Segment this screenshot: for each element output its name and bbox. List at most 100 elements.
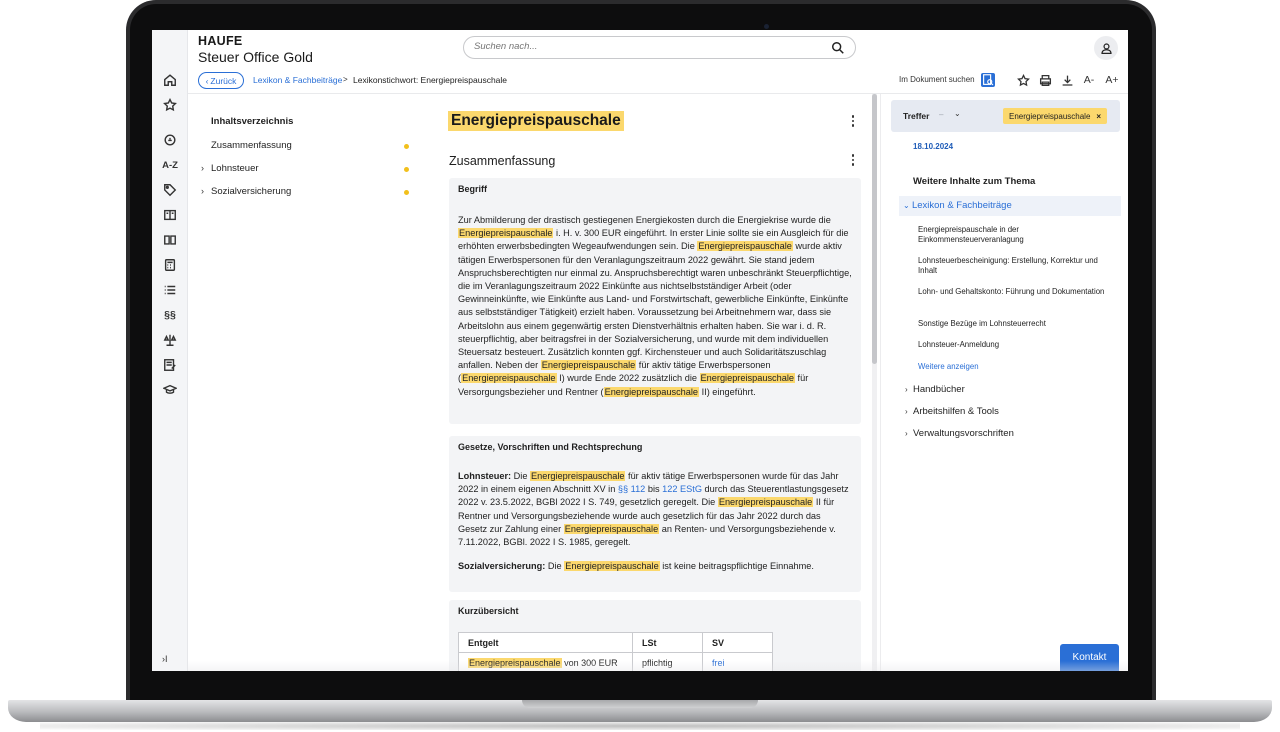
column-header: LSt <box>632 632 703 653</box>
law-link-112[interactable]: §§ 112 <box>618 484 645 494</box>
book-icon[interactable] <box>160 205 180 225</box>
hit-marker-dot <box>404 190 409 195</box>
hit-filter-tag[interactable]: Energiepreispauschale × <box>1003 108 1108 124</box>
tax-calculator-icon[interactable] <box>160 130 180 150</box>
hit-marker-dot <box>404 167 409 172</box>
chevron-down-icon: ⌄ <box>903 201 912 210</box>
related-group-lexikon[interactable]: ⌄ Lexikon & Fachbeiträge <box>899 196 1121 216</box>
table-cell: frei <box>702 652 773 671</box>
icon-rail: A-Z §§ ›I <box>152 30 188 671</box>
related-link[interactable]: Lohnsteuerbescheinigung: Erstellung, Kor… <box>918 256 1108 275</box>
document-more-icon[interactable] <box>848 114 858 128</box>
user-icon <box>1100 42 1112 54</box>
product-name: Steuer Office Gold <box>198 49 313 65</box>
app-screen: A-Z §§ ›I HAUFE Steuer Office Gold Suche… <box>152 30 1128 671</box>
close-icon[interactable]: × <box>1096 112 1101 121</box>
related-group-handbuecher[interactable]: › Handbücher <box>905 384 965 395</box>
document-scrollbar[interactable] <box>872 94 877 671</box>
breadcrumb-current: Lexikonstichwort: Energiepreispauschale <box>353 75 508 85</box>
search-hit: Energiepreispauschale <box>461 373 557 384</box>
chevron-right-icon: › <box>905 429 908 438</box>
toc-item-sozialversicherung[interactable]: › Sozialversicherung <box>201 186 411 200</box>
related-link[interactable]: Lohn- und Gehaltskonto: Führung und Doku… <box>918 287 1108 297</box>
font-smaller-button[interactable]: A- <box>1082 73 1096 87</box>
column-header: Entgelt <box>458 632 633 653</box>
card-title: Gesetze, Vorschriften und Rechtsprechung <box>458 442 643 452</box>
contact-button[interactable]: Kontakt <box>1060 644 1119 671</box>
search-input[interactable] <box>474 41 814 52</box>
chevron-right-icon: › <box>905 407 908 416</box>
laptop-notch <box>522 700 758 708</box>
open-book-icon[interactable] <box>160 230 180 250</box>
calculator-icon[interactable] <box>160 255 180 275</box>
search-in-document-label[interactable]: Im Dokument suchen <box>899 75 975 84</box>
begriff-text: Zur Abmilderung der drastisch gestiegene… <box>458 215 852 397</box>
related-group-arbeitshilfen[interactable]: › Arbeitshilfen & Tools <box>905 406 999 417</box>
search-hit: Energiepreispauschale <box>699 373 795 384</box>
search-hit: Energiepreispauschale <box>603 386 700 397</box>
table-cell: Energiepreispauschale von 300 EUR <box>458 652 633 671</box>
chevron-right-icon[interactable]: › <box>201 163 211 173</box>
hits-bar: Treffer – ⌄ Energiepreispauschale × <box>891 100 1120 132</box>
related-link[interactable]: Energiepreispauschale in der Einkommenst… <box>918 225 1108 244</box>
back-button[interactable]: ‹ Zurück <box>198 72 244 89</box>
expand-rail-icon[interactable]: ›I <box>162 654 168 664</box>
card-title: Kurzübersicht <box>458 606 519 616</box>
search-box[interactable] <box>463 36 856 59</box>
search-hit: Energiepreispauschale <box>468 657 562 668</box>
form-icon[interactable] <box>160 355 180 375</box>
toc-item-zusammenfassung[interactable]: Zusammenfassung <box>201 140 411 154</box>
download-icon[interactable] <box>1060 73 1074 87</box>
a-z-index-icon[interactable]: A-Z <box>160 155 180 175</box>
column-header: SV <box>702 632 773 653</box>
font-larger-button[interactable]: A+ <box>1105 73 1119 87</box>
card-title: Begriff <box>458 184 487 194</box>
related-content-title: Weitere Inhalte zum Thema <box>913 176 1036 187</box>
hit-marker-dot <box>404 144 409 149</box>
related-group-verwaltungsvorschriften[interactable]: › Verwaltungsvorschriften <box>905 428 1014 439</box>
search-hit: Energiepreispauschale <box>563 523 660 534</box>
show-more-link[interactable]: Weitere anzeigen <box>918 362 979 371</box>
sozialversicherung-paragraph: Sozialversicherung: Die Energiepreispaus… <box>458 561 814 571</box>
hit-tag-label: Energiepreispauschale <box>1009 111 1091 121</box>
right-panel: Treffer – ⌄ Energiepreispauschale × 18.1… <box>880 94 1128 671</box>
graduation-cap-icon[interactable] <box>160 380 180 400</box>
laptop-shadow <box>40 722 1240 730</box>
breadcrumb-lexikon[interactable]: Lexikon & Fachbeiträge <box>253 75 342 85</box>
chevron-left-icon: ‹ <box>205 75 209 86</box>
star-icon[interactable] <box>160 95 180 115</box>
home-icon[interactable] <box>160 70 180 90</box>
camera <box>764 24 769 29</box>
search-hit: Energiepreispauschale <box>717 497 814 508</box>
search-in-document-button[interactable] <box>981 73 995 87</box>
search-icon[interactable] <box>831 41 845 55</box>
gesetze-card: Gesetze, Vorschriften und Rechtsprechung… <box>449 436 861 592</box>
sv-link[interactable]: frei <box>712 658 725 668</box>
table-cell: pflichtig <box>632 652 703 671</box>
print-icon[interactable] <box>1038 73 1052 87</box>
document-search-icon <box>983 74 994 86</box>
begriff-card: Begriff Zur Abmilderung der drastisch ge… <box>449 178 861 424</box>
toc-item-lohnsteuer[interactable]: › Lohnsteuer <box>201 163 411 177</box>
chevron-right-icon[interactable]: › <box>201 186 211 196</box>
chevron-right-icon: › <box>905 385 908 394</box>
bookmark-star-icon[interactable] <box>1016 73 1030 87</box>
law-link-122-estg[interactable]: 122 EStG <box>662 484 702 494</box>
chevron-down-icon[interactable]: ⌄ <box>954 109 961 118</box>
paragraph-icon[interactable]: §§ <box>160 305 180 325</box>
brand-logo[interactable]: HAUFE <box>198 34 243 48</box>
breadcrumb-separator: > <box>343 75 348 84</box>
scales-icon[interactable] <box>160 330 180 350</box>
related-link[interactable]: Sonstige Bezüge im Lohnsteuerrecht <box>918 319 1108 329</box>
related-link[interactable]: Lohnsteuer-Anmeldung <box>918 340 1108 350</box>
list-icon[interactable] <box>160 280 180 300</box>
search-hit: Energiepreispauschale <box>564 561 660 571</box>
user-avatar-button[interactable] <box>1094 36 1118 60</box>
tag-icon[interactable] <box>160 180 180 200</box>
section-more-icon[interactable] <box>848 153 858 167</box>
search-hit: Energiepreispauschale <box>458 228 554 239</box>
lohnsteuer-paragraph: Lohnsteuer: Die Energiepreispauschale fü… <box>458 471 849 548</box>
search-hit: Energiepreispauschale <box>530 471 626 481</box>
section-heading: Zusammenfassung <box>449 154 556 168</box>
scrollbar-thumb[interactable] <box>872 94 877 364</box>
